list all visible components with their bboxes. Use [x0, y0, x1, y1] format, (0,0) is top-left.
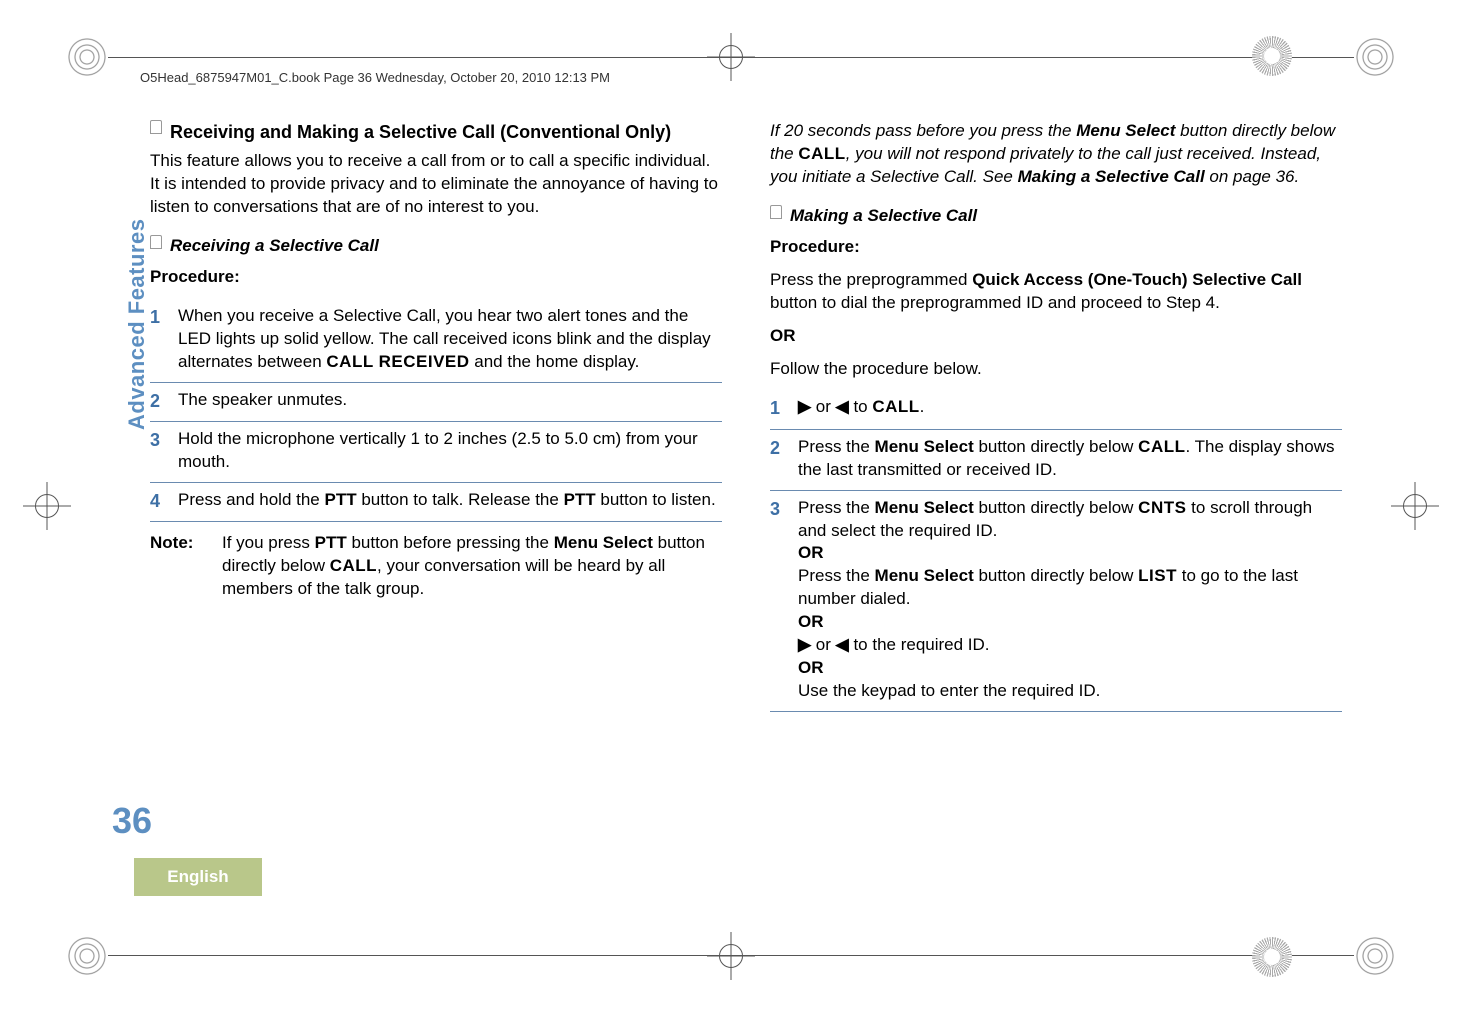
step-number: 1: [150, 305, 166, 374]
note-text: If you press PTT button before pressing …: [222, 532, 722, 601]
left-arrow-icon: ◀: [836, 635, 849, 654]
step-text: Press and hold the PTT button to talk. R…: [178, 489, 722, 513]
procedure-label: Procedure:: [770, 236, 1342, 259]
step-number: 3: [150, 428, 166, 474]
or-label: OR: [770, 325, 1342, 348]
step-item: 4 Press and hold the PTT button to talk.…: [150, 483, 722, 522]
section-heading: Receiving and Making a Selective Call (C…: [150, 120, 722, 144]
procedure-steps: 1 When you receive a Selective Call, you…: [150, 299, 722, 522]
crop-mark-icon: [66, 36, 108, 78]
section-title: Receiving and Making a Selective Call (C…: [170, 120, 722, 144]
right-arrow-icon: ▶: [798, 635, 811, 654]
right-arrow-icon: ▶: [798, 397, 811, 416]
intro-paragraph: This feature allows you to receive a cal…: [150, 150, 722, 219]
procedure-label: Procedure:: [150, 266, 722, 289]
step-item: 2 The speaker unmutes.: [150, 383, 722, 422]
page-icon: [770, 205, 782, 219]
sidebar-chapter-label: Advanced Features: [124, 219, 150, 430]
note-block: Note: If you press PTT button before pre…: [150, 532, 722, 601]
crop-mark-icon: [1354, 36, 1396, 78]
sunburst-icon: [1252, 937, 1292, 977]
step-text: Press the Menu Select button directly be…: [798, 497, 1342, 703]
step-item: 1 ▶ or ◀ to CALL.: [770, 390, 1342, 429]
step-text: ▶ or ◀ to CALL.: [798, 396, 1342, 420]
step-text: When you receive a Selective Call, you h…: [178, 305, 722, 374]
step-text: Hold the microphone vertically 1 to 2 in…: [178, 428, 722, 474]
step-number: 4: [150, 489, 166, 513]
page-icon: [150, 235, 162, 249]
intro-note: If 20 seconds pass before you press the …: [770, 120, 1342, 189]
page-number: 36: [112, 800, 152, 842]
crop-mark-icon: [66, 935, 108, 977]
or-label: OR: [798, 658, 824, 677]
step-item: 3 Hold the microphone vertically 1 to 2 …: [150, 422, 722, 483]
page-body: Receiving and Making a Selective Call (C…: [150, 120, 1342, 893]
or-label: OR: [798, 543, 824, 562]
subsection-heading: Making a Selective Call: [770, 205, 1342, 228]
step-item: 2 Press the Menu Select button directly …: [770, 430, 1342, 491]
running-header: O5Head_6875947M01_C.book Page 36 Wednesd…: [140, 70, 610, 85]
step-text: The speaker unmutes.: [178, 389, 722, 413]
or-label: OR: [798, 612, 824, 631]
right-column: If 20 seconds pass before you press the …: [770, 120, 1342, 893]
step-number: 2: [150, 389, 166, 413]
step-number: 3: [770, 497, 786, 703]
procedure-steps: 1 ▶ or ◀ to CALL. 2 Press the Menu Selec…: [770, 390, 1342, 712]
left-arrow-icon: ◀: [836, 397, 849, 416]
register-mark-icon: [23, 482, 71, 530]
register-mark-icon: [1391, 482, 1439, 530]
subsection-heading: Receiving a Selective Call: [150, 235, 722, 258]
procedure-intro: Press the preprogrammed Quick Access (On…: [770, 269, 1342, 315]
step-item: 1 When you receive a Selective Call, you…: [150, 299, 722, 383]
step-number: 1: [770, 396, 786, 420]
note-label: Note:: [150, 532, 202, 601]
step-text: Press the Menu Select button directly be…: [798, 436, 1342, 482]
sunburst-icon: [1252, 36, 1292, 76]
step-item: 3 Press the Menu Select button directly …: [770, 491, 1342, 712]
register-mark-icon: [707, 33, 755, 81]
left-column: Receiving and Making a Selective Call (C…: [150, 120, 722, 893]
crop-mark-icon: [1354, 935, 1396, 977]
subsection-title: Receiving a Selective Call: [170, 235, 722, 258]
subsection-title: Making a Selective Call: [790, 205, 1342, 228]
register-mark-icon: [707, 932, 755, 980]
follow-text: Follow the procedure below.: [770, 358, 1342, 381]
page-icon: [150, 120, 162, 134]
step-number: 2: [770, 436, 786, 482]
